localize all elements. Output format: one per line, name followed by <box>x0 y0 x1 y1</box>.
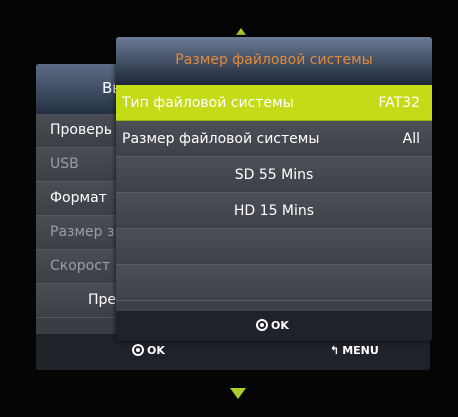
row-filesystem-size[interactable]: Размер файловой системы All <box>116 121 432 157</box>
row-label: Размер файловой системы <box>122 131 320 147</box>
back-ok-hint[interactable]: OK <box>132 344 165 357</box>
dialog-ok-hint[interactable]: OK <box>256 319 289 332</box>
menu-label: MENU <box>342 344 379 357</box>
dialog-footer: OK <box>116 311 432 341</box>
row-filesystem-type[interactable]: Тип файловой системы FAT32 <box>116 85 432 121</box>
ok-label: OK <box>271 319 289 332</box>
ok-label: OK <box>147 344 165 357</box>
back-menu-item-label: Пре <box>88 292 117 308</box>
row-sd-duration: SD 55 Mins <box>116 157 432 193</box>
row-value: FAT32 <box>378 95 420 111</box>
filesystem-size-dialog: Размер файловой системы Тип файловой сис… <box>116 37 432 341</box>
back-menu-item-label: Размер з <box>50 224 115 240</box>
back-menu-item-label: USB <box>50 156 79 172</box>
tv-screen: Вы Проверь USB Формат Размер з Скорост П… <box>0 0 458 417</box>
scroll-up-arrow-icon[interactable] <box>236 28 246 35</box>
back-menu-item-label: Формат <box>50 190 107 206</box>
row-text: SD 55 Mins <box>234 167 314 183</box>
back-menu-item-label: Скорост <box>50 258 111 274</box>
return-arrow-icon: ↰ <box>330 344 340 357</box>
row-value: All <box>402 131 420 147</box>
row-label: Тип файловой системы <box>122 95 294 111</box>
dialog-title: Размер файловой системы <box>175 52 373 68</box>
scroll-down-arrow-icon[interactable] <box>230 388 246 399</box>
row-text: HD 15 Mins <box>233 203 315 219</box>
back-menu-hint[interactable]: ↰ MENU <box>330 344 379 357</box>
row-empty <box>116 265 432 301</box>
back-menu-item-label: Проверь <box>50 122 112 138</box>
row-empty <box>116 229 432 265</box>
ok-icon <box>256 319 268 331</box>
row-hd-duration: HD 15 Mins <box>116 193 432 229</box>
dialog-header: Размер файловой системы <box>116 37 432 85</box>
ok-icon <box>132 344 144 356</box>
